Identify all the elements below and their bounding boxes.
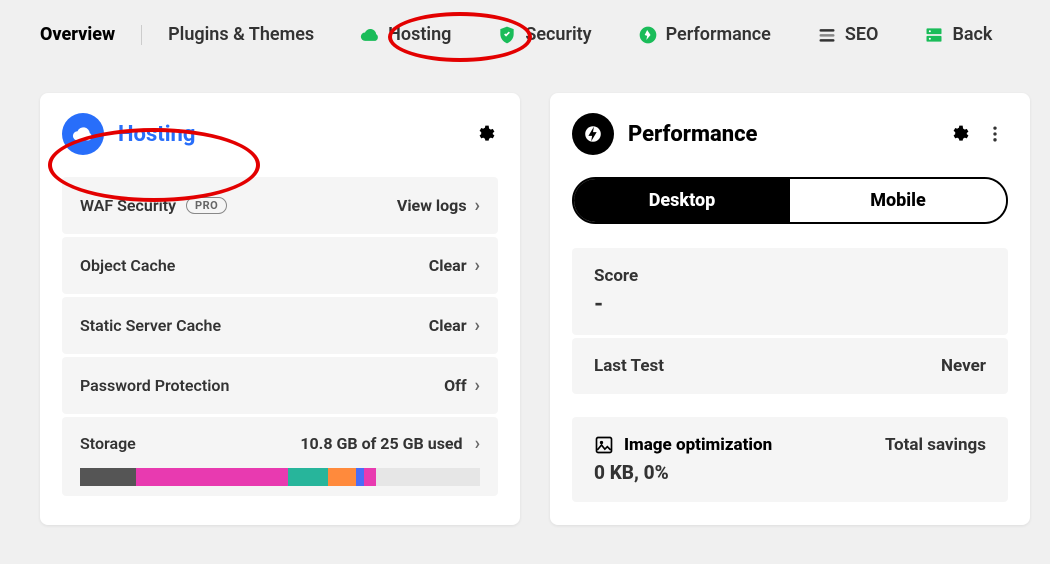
tab-mobile[interactable]: Mobile	[790, 179, 1006, 222]
row-action[interactable]: View logs ›	[397, 195, 480, 216]
row-label: Password Protection	[80, 376, 444, 395]
cloud-icon	[62, 113, 104, 155]
chevron-right-icon: ›	[475, 375, 480, 396]
nav-label: Back	[952, 24, 992, 45]
row-action-text: Clear	[429, 256, 467, 275]
hosting-title: Hosting	[118, 122, 195, 147]
storage-segment	[356, 468, 364, 486]
row-label-text: Static Server Cache	[80, 316, 221, 335]
shield-icon	[497, 25, 517, 45]
last-test-label: Last Test	[594, 356, 941, 376]
hosting-row-object-cache[interactable]: Object Cache Clear ›	[62, 237, 498, 294]
gauge-icon	[638, 25, 658, 45]
score-value: -	[594, 292, 986, 317]
lines-icon	[817, 25, 837, 45]
image-opt-label: Image optimization	[594, 435, 885, 455]
device-segmented-control: Desktop Mobile	[572, 177, 1008, 224]
image-icon	[594, 435, 614, 455]
storage-segment	[288, 468, 328, 486]
row-action-text: Off	[444, 376, 466, 395]
storage-value: 10.8 GB of 25 GB used	[300, 434, 462, 453]
nav-label: Hosting	[388, 24, 451, 45]
nav-security[interactable]: Security	[497, 24, 591, 45]
pro-badge: PRO	[186, 197, 227, 214]
storage-segment	[364, 468, 376, 486]
hosting-card-header: Hosting	[62, 113, 498, 155]
row-action[interactable]: Off ›	[444, 375, 480, 396]
chevron-right-icon: ›	[475, 315, 480, 336]
hosting-settings-button[interactable]	[472, 121, 498, 147]
nav-label: SEO	[845, 24, 879, 45]
hosting-row-static-cache[interactable]: Static Server Cache Clear ›	[62, 297, 498, 354]
top-nav: Overview Plugins & Themes Hosting Securi…	[0, 0, 1050, 75]
hosting-row-waf[interactable]: WAF Security PRO View logs ›	[62, 177, 498, 234]
last-test-value: Never	[941, 356, 986, 376]
hosting-title-wrap[interactable]: Hosting	[62, 113, 462, 155]
gear-icon	[475, 124, 495, 144]
chevron-right-icon: ›	[475, 255, 480, 276]
nav-plugins[interactable]: Plugins & Themes	[168, 24, 314, 45]
total-savings-label: Total savings	[885, 435, 986, 455]
chevron-right-icon: ›	[475, 433, 480, 454]
row-action[interactable]: Clear ›	[429, 255, 480, 276]
storage-bar	[80, 468, 480, 486]
storage-segment	[376, 468, 480, 486]
nav-label: Performance	[666, 24, 771, 45]
row-label-text: Object Cache	[80, 256, 175, 275]
performance-card-header: Performance	[572, 113, 1008, 155]
hosting-row-storage[interactable]: Storage 10.8 GB of 25 GB used ›	[62, 417, 498, 496]
performance-card: Performance Desktop Mobile Score - Last …	[550, 93, 1030, 525]
tab-desktop[interactable]: Desktop	[574, 179, 790, 222]
row-action-text: View logs	[397, 196, 467, 215]
row-label: Object Cache	[80, 256, 429, 275]
storage-segment	[328, 468, 356, 486]
row-label: WAF Security PRO	[80, 196, 397, 215]
gear-icon	[949, 124, 969, 144]
score-block: Score -	[572, 248, 1008, 335]
image-opt-value: 0 KB, 0%	[594, 461, 986, 484]
performance-settings-button[interactable]	[946, 121, 972, 147]
nav-overview[interactable]: Overview	[40, 24, 115, 45]
image-opt-label-text: Image optimization	[624, 435, 772, 455]
performance-title: Performance	[628, 122, 757, 147]
cloud-icon	[360, 25, 380, 45]
nav-seo[interactable]: SEO	[817, 24, 879, 45]
score-label: Score	[594, 266, 986, 286]
server-icon	[924, 25, 944, 45]
performance-more-button[interactable]	[982, 121, 1008, 147]
image-opt-block: Image optimization Total savings 0 KB, 0…	[572, 417, 1008, 502]
row-label-text: WAF Security	[80, 196, 176, 215]
bolt-icon	[572, 113, 614, 155]
storage-label: Storage	[80, 434, 300, 453]
performance-title-wrap[interactable]: Performance	[572, 113, 936, 155]
nav-backups[interactable]: Back	[924, 24, 992, 45]
row-label-text: Password Protection	[80, 376, 229, 395]
nav-hosting[interactable]: Hosting	[360, 24, 451, 45]
chevron-right-icon: ›	[475, 195, 480, 216]
dots-vertical-icon	[985, 124, 1005, 144]
row-action[interactable]: Clear ›	[429, 315, 480, 336]
hosting-card: Hosting WAF Security PRO View logs › Obj…	[40, 93, 520, 525]
hosting-row-password[interactable]: Password Protection Off ›	[62, 357, 498, 414]
spacer	[572, 397, 1008, 417]
storage-segment	[80, 468, 136, 486]
row-action-text: Clear	[429, 316, 467, 335]
storage-segment	[136, 468, 288, 486]
last-test-block: Last Test Never	[572, 338, 1008, 394]
nav-label: Security	[525, 24, 591, 45]
nav-label: Overview	[40, 24, 115, 45]
nav-performance[interactable]: Performance	[638, 24, 771, 45]
row-label: Static Server Cache	[80, 316, 429, 335]
nav-label: Plugins & Themes	[168, 24, 314, 45]
nav-divider	[141, 25, 142, 45]
content-row: Hosting WAF Security PRO View logs › Obj…	[0, 75, 1050, 525]
